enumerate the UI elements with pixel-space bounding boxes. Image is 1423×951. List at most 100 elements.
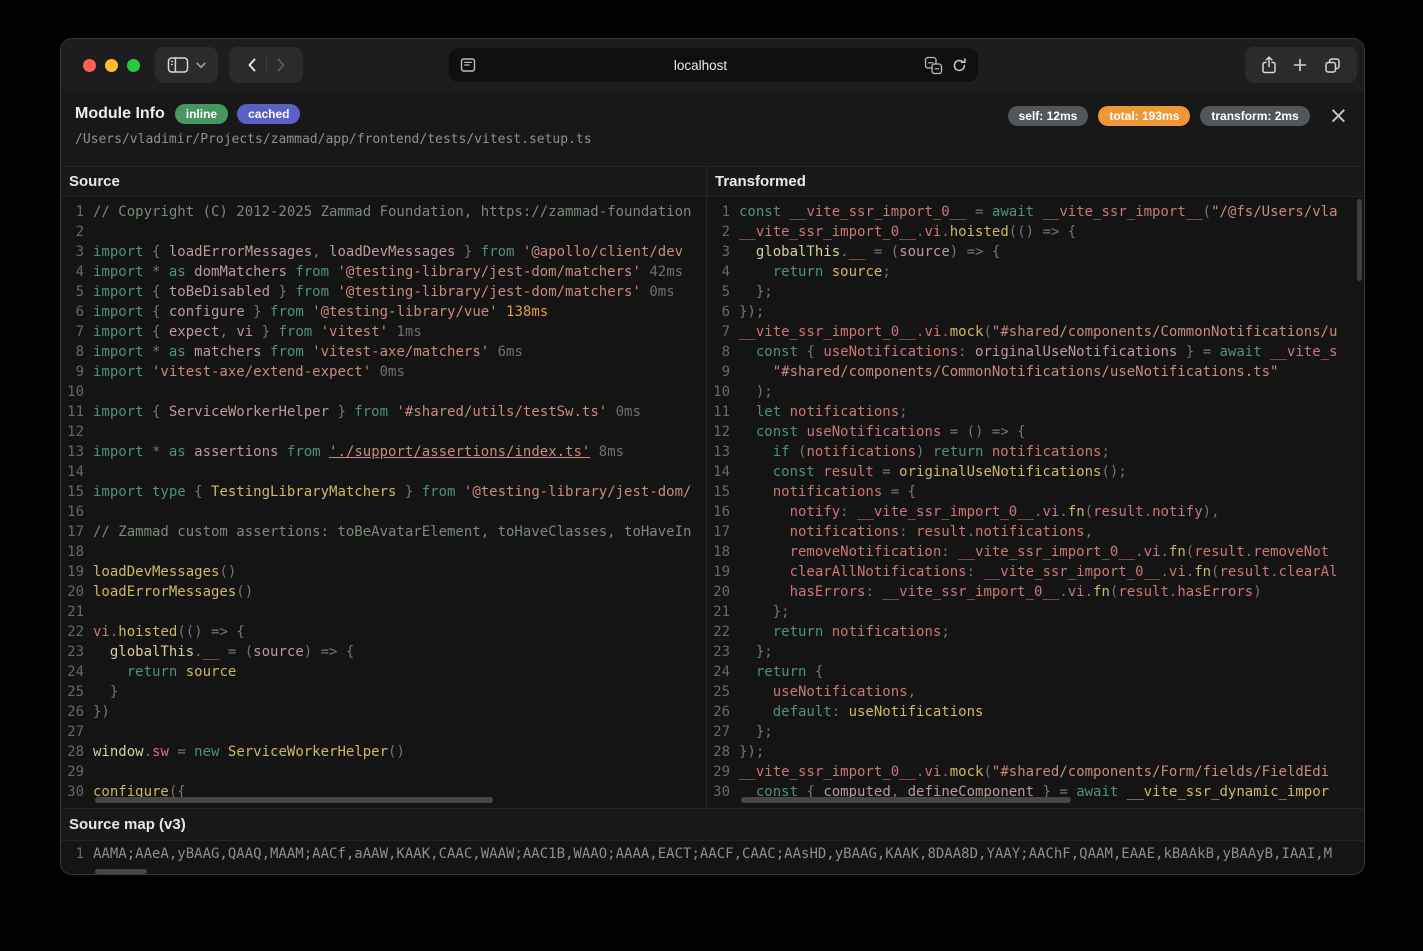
line-number: 21 [61, 602, 93, 622]
forward-button[interactable] [274, 57, 288, 73]
code-line: 20 hasErrors: __vite_ssr_import_0__.vi.f… [707, 582, 1364, 602]
code-line: 2 [61, 222, 706, 242]
line-number: 17 [707, 522, 739, 542]
address-bar[interactable]: localhost [449, 48, 978, 82]
module-badges: inlinecached [175, 104, 301, 124]
code-line: 9 "#shared/components/CommonNotification… [707, 362, 1364, 382]
code-line: 6import { configure } from '@testing-lib… [61, 302, 706, 322]
timing-badges: self: 12mstotal: 193mstransform: 2ms × [1008, 106, 1348, 126]
transformed-code[interactable]: 1const __vite_ssr_import_0__ = await __v… [707, 197, 1364, 808]
code-text: import { ServiceWorkerHelper } from '#sh… [93, 402, 641, 422]
reload-icon[interactable] [951, 57, 968, 74]
code-line: 11 let notifications; [707, 402, 1364, 422]
zoom-window-button[interactable] [127, 59, 140, 72]
code-text: __vite_ssr_import_0__.vi.mock("#shared/c… [739, 762, 1329, 782]
code-line: 12 [61, 422, 706, 442]
code-line: 17 notifications: result.notifications, [707, 522, 1364, 542]
line-number: 10 [707, 382, 739, 402]
translate-icon[interactable] [924, 56, 943, 75]
back-button[interactable] [245, 57, 259, 73]
line-number: 24 [707, 662, 739, 682]
code-text: __vite_ssr_import_0__.vi.hoisted(() => { [739, 222, 1076, 242]
minimize-window-button[interactable] [105, 59, 118, 72]
code-text: }) [93, 702, 110, 722]
chevron-down-icon[interactable] [196, 62, 206, 69]
line-number: 20 [61, 582, 93, 602]
line-number: 19 [61, 562, 93, 582]
close-icon[interactable]: × [1329, 108, 1348, 124]
line-number: 5 [61, 282, 93, 302]
line-number: 25 [61, 682, 93, 702]
source-code[interactable]: 1// Copyright (C) 2012-2025 Zammad Found… [61, 197, 706, 808]
share-icon[interactable] [1260, 55, 1278, 75]
line-number: 14 [61, 462, 93, 482]
code-line: 10 ); [707, 382, 1364, 402]
close-window-button[interactable] [83, 59, 96, 72]
line-number: 30 [61, 782, 93, 802]
code-line: 21 [61, 602, 706, 622]
code-line: 22vi.hoisted(() => { [61, 622, 706, 642]
code-line: 15import type { TestingLibraryMatchers }… [61, 482, 706, 502]
line-number: 15 [707, 482, 739, 502]
code-line: 8import * as matchers from 'vitest-axe/m… [61, 342, 706, 362]
code-text: return source; [739, 262, 891, 282]
sourcemap-title: Source map (v3) [61, 809, 1364, 841]
line-number: 15 [61, 482, 93, 502]
line-number: 28 [61, 742, 93, 762]
code-line: 21 }; [707, 602, 1364, 622]
line-number: 12 [61, 422, 93, 442]
code-line: 11import { ServiceWorkerHelper } from '#… [61, 402, 706, 422]
code-line: 25 useNotifications, [707, 682, 1364, 702]
line-number: 10 [61, 382, 93, 402]
code-line: 16 notify: __vite_ssr_import_0__.vi.fn(r… [707, 502, 1364, 522]
code-line: 27 [61, 722, 706, 742]
code-line: 13import * as assertions from './support… [61, 442, 706, 462]
inline-badge: inline [175, 104, 228, 124]
line-number: 28 [707, 742, 739, 762]
line-number: 3 [707, 242, 739, 262]
new-tab-icon[interactable] [1292, 57, 1308, 73]
code-line: 19loadDevMessages() [61, 562, 706, 582]
transformed-vertical-scrollbar[interactable] [1357, 199, 1362, 281]
source-horizontal-scrollbar[interactable] [95, 797, 493, 803]
transformed-horizontal-scrollbar[interactable] [741, 797, 1071, 803]
code-line: 1// Copyright (C) 2012-2025 Zammad Found… [61, 202, 706, 222]
code-text: __vite_ssr_import_0__.vi.mock("#shared/c… [739, 322, 1337, 342]
line-number: 16 [61, 502, 93, 522]
code-text: notifications: result.notifications, [739, 522, 1093, 542]
line-number: 29 [707, 762, 739, 782]
line-number: 3 [61, 242, 93, 262]
code-text: default: useNotifications [739, 702, 983, 722]
code-text: globalThis.__ = (source) => { [93, 642, 354, 662]
module-path: /Users/vladimir/Projects/zammad/app/fron… [75, 132, 1348, 147]
sidebar-icon[interactable] [167, 56, 189, 74]
page-title: Module Info [75, 105, 165, 123]
reader-view-icon[interactable] [459, 56, 477, 74]
line-number: 25 [707, 682, 739, 702]
code-text: loadDevMessages() [93, 562, 236, 582]
sidebar-toggle-group [155, 47, 218, 83]
sourcemap-footer [61, 867, 1364, 875]
code-line: 15 notifications = { [707, 482, 1364, 502]
sourcemap-horizontal-scrollbar[interactable] [95, 869, 147, 874]
self-time-badge: self: 12ms [1008, 106, 1089, 126]
code-text: hasErrors: __vite_ssr_import_0__.vi.fn(r… [739, 582, 1262, 602]
code-line: 20loadErrorMessages() [61, 582, 706, 602]
line-number: 11 [707, 402, 739, 422]
line-number: 24 [61, 662, 93, 682]
code-line: 4 return source; [707, 262, 1364, 282]
code-text: }); [739, 742, 764, 762]
line-number: 13 [61, 442, 93, 462]
code-line: 2__vite_ssr_import_0__.vi.hoisted(() => … [707, 222, 1364, 242]
code-text: window.sw = new ServiceWorkerHelper() [93, 742, 405, 762]
line-number: 7 [61, 322, 93, 342]
url-text[interactable]: localhost [477, 58, 924, 73]
line-number: 26 [707, 702, 739, 722]
code-text: notify: __vite_ssr_import_0__.vi.fn(resu… [739, 502, 1220, 522]
code-line: 24 return source [61, 662, 706, 682]
line-number: 22 [707, 622, 739, 642]
line-number: 7 [707, 322, 739, 342]
source-pane-title: Source [61, 167, 706, 197]
tab-overview-icon[interactable] [1323, 56, 1342, 75]
line-number: 21 [707, 602, 739, 622]
